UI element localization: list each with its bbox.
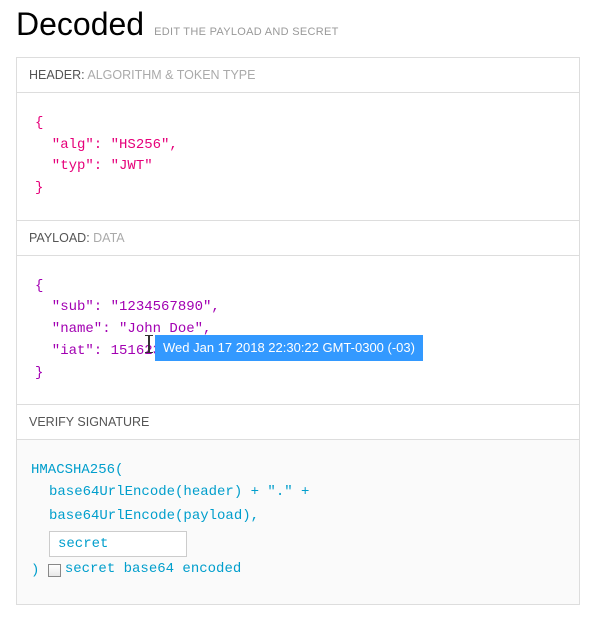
header-sublabel: ALGORITHM & TOKEN TYPE [87,68,255,82]
header-editor[interactable]: { "alg": "HS256", "typ": "JWT" } [17,92,579,220]
page-subtitle: EDIT THE PAYLOAD AND SECRET [154,26,339,38]
signature-editor: HMACSHA256( base64UrlEncode(header) + ".… [17,439,579,604]
payload-section-heading: PAYLOAD: DATA [17,220,579,255]
timestamp-tooltip: Wed Jan 17 2018 22:30:22 GMT-0300 (-03) [155,335,423,361]
signature-line-2: base64UrlEncode(payload), [49,506,565,528]
signature-fn-open: HMACSHA256( [31,460,565,482]
signature-line-1: base64UrlEncode(header) + "." + [49,482,565,504]
secret-base64-checkbox[interactable] [48,564,61,577]
secret-input[interactable] [49,531,187,557]
header-section-heading: HEADER: ALGORITHM & TOKEN TYPE [17,58,579,92]
payload-label: PAYLOAD: [29,231,90,245]
page-title-row: Decoded EDIT THE PAYLOAD AND SECRET [16,0,580,57]
text-cursor-icon [145,336,153,354]
payload-editor[interactable]: { "sub": "1234567890", "name": "John Doe… [17,255,579,404]
signature-label: VERIFY SIGNATURE [29,415,149,429]
header-json[interactable]: { "alg": "HS256", "typ": "JWT" } [35,113,561,200]
signature-fn-close: ) [31,563,39,579]
decoded-panel: HEADER: ALGORITHM & TOKEN TYPE { "alg": … [16,57,580,605]
page-title: Decoded [16,6,144,43]
header-label: HEADER: [29,68,85,82]
payload-json[interactable]: { "sub": "1234567890", "name": "John Doe… [35,276,561,384]
payload-sublabel: DATA [93,231,124,245]
secret-base64-label: secret base64 encoded [65,559,241,581]
signature-section-heading: VERIFY SIGNATURE [17,404,579,439]
